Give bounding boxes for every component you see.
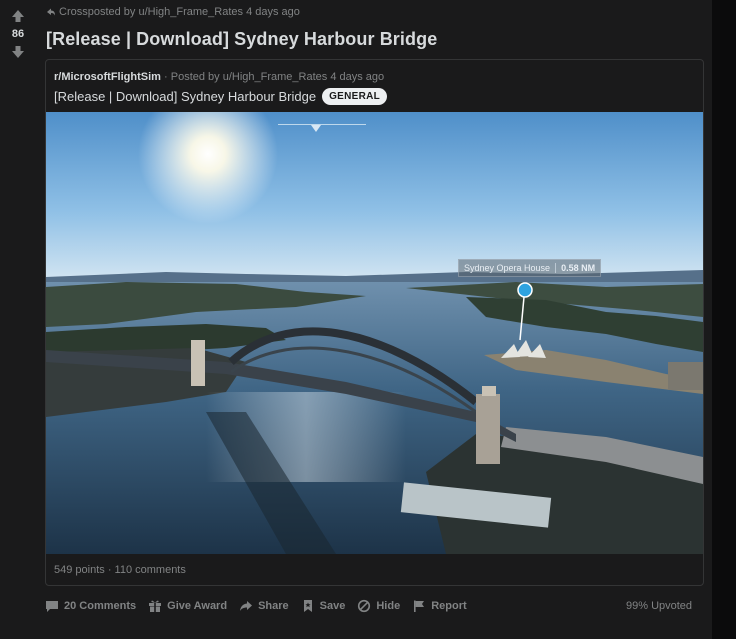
bookmark-icon — [303, 600, 312, 612]
post-title[interactable]: [Release | Download] Sydney Harbour Brid… — [46, 29, 437, 50]
location-name: Sydney Opera House — [464, 263, 551, 273]
crosspost-info: Crossposted by u/High_Frame_Rates 4 days… — [46, 6, 300, 18]
flag-icon — [414, 600, 425, 612]
save-label: Save — [319, 600, 346, 612]
crosspost-text[interactable]: Crossposted by u/High_Frame_Rates 4 days… — [59, 6, 300, 18]
right-gutter — [712, 0, 736, 639]
share-label: Share — [258, 600, 289, 612]
hide-label: Hide — [376, 600, 401, 612]
vote-column: 86 — [6, 8, 30, 60]
comments-button[interactable]: 20 Comments — [45, 599, 136, 613]
flair-badge[interactable]: GENERAL — [322, 88, 388, 105]
give-award-button[interactable]: Give Award — [148, 599, 227, 613]
report-label: Report — [431, 600, 467, 612]
post-page: 86 Crossposted by u/High_Frame_Rates 4 d… — [0, 0, 712, 639]
posted-by[interactable]: · Posted by u/High_Frame_Rates 4 days ag… — [164, 71, 384, 83]
crosspost-stats[interactable]: 549 points · 110 comments — [54, 564, 186, 576]
comments-label: 20 Comments — [64, 600, 137, 612]
crosspost-meta: r/MicrosoftFlightSim · Posted by u/High_… — [54, 71, 384, 83]
save-button[interactable]: Save — [301, 599, 346, 613]
crosspost-icon — [47, 8, 55, 16]
crosspost-card[interactable]: r/MicrosoftFlightSim · Posted by u/High_… — [45, 59, 704, 586]
downvote-icon[interactable] — [10, 44, 26, 60]
report-button[interactable]: Report — [412, 599, 467, 613]
crosspost-title[interactable]: [Release | Download] Sydney Harbour Brid… — [54, 89, 316, 104]
gift-icon — [149, 600, 162, 612]
award-label: Give Award — [167, 600, 228, 612]
share-icon — [240, 601, 253, 611]
hide-button[interactable]: Hide — [357, 599, 400, 613]
comment-icon — [46, 601, 58, 612]
vote-score: 86 — [11, 28, 25, 40]
share-button[interactable]: Share — [239, 599, 289, 613]
harbour-scene — [46, 112, 703, 554]
upvote-icon[interactable] — [10, 8, 26, 24]
hide-icon — [358, 599, 371, 613]
crosspost-title-row: [Release | Download] Sydney Harbour Brid… — [54, 88, 388, 105]
subreddit-link[interactable]: r/MicrosoftFlightSim — [54, 71, 161, 83]
location-distance: 0.58 NM — [555, 263, 600, 273]
post-image[interactable]: Sydney Opera House 0.58 NM — [46, 112, 703, 554]
upvote-ratio: 99% Upvoted — [626, 600, 693, 612]
location-label: Sydney Opera House 0.58 NM — [458, 259, 602, 277]
action-bar: 20 Comments Give Award Share Save Hide R… — [45, 597, 479, 615]
